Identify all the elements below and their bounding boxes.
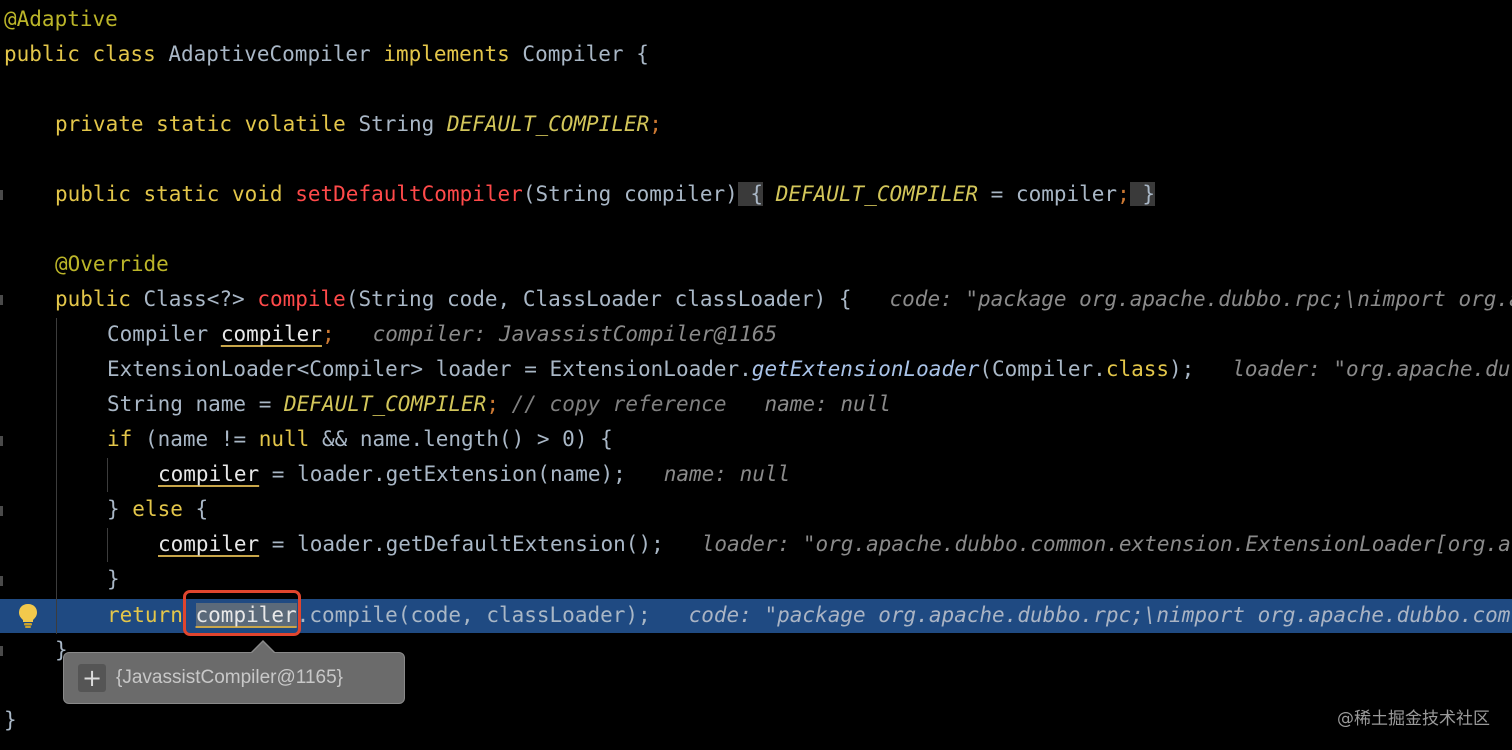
indent-guide: [56, 318, 57, 634]
fold-marker[interactable]: [0, 576, 3, 586]
indent-guide: [107, 528, 108, 562]
fold-marker[interactable]: [0, 190, 3, 200]
code-line[interactable]: public static void setDefaultCompiler(St…: [55, 177, 1156, 212]
fold-marker[interactable]: [0, 295, 3, 305]
debug-inline-value: compiler: JavassistCompiler@1165: [372, 322, 778, 346]
keyword: else: [132, 497, 183, 521]
keyword: null: [258, 427, 310, 451]
code-line[interactable]: @Override: [55, 247, 169, 282]
code-line[interactable]: @Adaptive: [4, 2, 118, 37]
code-line[interactable]: Compiler compiler; compiler: JavassistCo…: [107, 317, 777, 352]
code-line[interactable]: compiler = loader.getDefaultExtension();…: [158, 527, 1511, 562]
indent-guide: [107, 458, 108, 492]
code-line[interactable]: ExtensionLoader<Compiler> loader = Exten…: [107, 352, 1510, 387]
method-name: setDefaultCompiler: [295, 182, 523, 206]
static-method-call: getExtensionLoader: [751, 357, 980, 381]
brace: }: [4, 708, 17, 732]
code-line-current[interactable]: return compiler.compile(code, classLoade…: [107, 598, 1510, 633]
code-text: String name =: [107, 392, 285, 416]
code-text: );: [1169, 357, 1195, 381]
code-text: {: [182, 497, 209, 521]
watermark: @稀土掘金技术社区: [1337, 709, 1490, 729]
static-field: DEFAULT_COMPILER: [446, 112, 650, 136]
local-variable: compiler: [158, 462, 260, 486]
code-text: = loader.getExtension(name);: [259, 462, 626, 486]
expand-plus-icon[interactable]: +: [78, 664, 106, 692]
type: String: [358, 112, 435, 136]
keyword: implements: [383, 42, 510, 66]
code-line[interactable]: private static volatile String DEFAULT_C…: [55, 107, 662, 142]
params: (String code, ClassLoader classLoader) {: [345, 287, 852, 311]
semicolon: ;: [649, 112, 662, 136]
code-text: (name !=: [132, 427, 259, 451]
tooltip-arrow: [251, 642, 275, 654]
code-line[interactable]: public Class<?> compile(String code, Cla…: [55, 282, 1512, 317]
local-variable: compiler: [158, 532, 260, 556]
keyword: public static void: [55, 182, 283, 206]
debug-inline-value: name: null: [764, 392, 891, 416]
semicolon: ;: [321, 322, 335, 346]
debug-inline-value: loader: "org.apache.dubbo.common.extensi…: [701, 532, 1511, 556]
semicolon: ;: [1117, 182, 1130, 206]
debug-inline-value: name: null: [663, 462, 791, 486]
highlight-box: [183, 590, 301, 636]
comment: // copy reference: [511, 392, 727, 416]
brace: {: [636, 42, 649, 66]
annotation: @Override: [55, 252, 169, 276]
semicolon: ;: [486, 392, 499, 416]
annotation: @Adaptive: [4, 7, 118, 31]
folded-region-open[interactable]: {: [737, 182, 764, 206]
keyword: private static volatile: [55, 112, 346, 136]
code-text: = loader.getDefaultExtension();: [259, 532, 664, 556]
keyword: return: [107, 603, 183, 627]
code-line[interactable]: }: [4, 703, 17, 738]
code-line[interactable]: }: [107, 562, 120, 597]
assignment: = compiler: [978, 182, 1118, 206]
debug-inline-value: loader: "org.apache.du: [1232, 357, 1511, 381]
static-field: DEFAULT_COMPILER: [775, 182, 978, 206]
local-variable: compiler: [220, 322, 322, 346]
debug-inline-value: code: "package org.apache.dubbo.rpc;\nim…: [889, 287, 1512, 311]
type: Class<?>: [143, 287, 245, 311]
code-text: (Compiler.: [979, 357, 1106, 381]
code-line[interactable]: public class AdaptiveCompiler implements…: [4, 37, 649, 72]
code-editor[interactable]: @Adaptive public class AdaptiveCompiler …: [0, 0, 1512, 750]
code-line[interactable]: String name = DEFAULT_COMPILER; // copy …: [107, 387, 891, 422]
keyword: class: [1105, 357, 1170, 381]
lightbulb-icon[interactable]: [17, 603, 39, 629]
params: (String compiler): [522, 182, 738, 206]
code-text: ExtensionLoader<Compiler> loader = Exten…: [107, 357, 752, 381]
code-text: }: [107, 497, 133, 521]
code-text: && name.length() > 0) {: [309, 427, 613, 451]
keyword: if: [107, 427, 133, 451]
code-line[interactable]: } else {: [107, 492, 208, 527]
code-line[interactable]: if (name != null && name.length() > 0) {: [107, 422, 613, 457]
interface-name: Compiler: [522, 42, 624, 66]
debug-inline-value: code: "package org.apache.dubbo.rpc;\nim…: [688, 603, 1511, 627]
keyword: public class: [4, 42, 156, 66]
folded-region-close[interactable]: }: [1129, 182, 1156, 206]
fold-marker[interactable]: [0, 436, 3, 446]
fold-marker[interactable]: [0, 646, 3, 656]
static-field: DEFAULT_COMPILER: [284, 392, 487, 416]
method-name: compile: [257, 287, 346, 311]
type: Compiler: [107, 322, 209, 346]
brace: }: [107, 567, 120, 591]
keyword: public: [55, 287, 131, 311]
code-line[interactable]: compiler = loader.getExtension(name); na…: [158, 457, 790, 492]
class-name: AdaptiveCompiler: [168, 42, 371, 66]
fold-marker[interactable]: [0, 506, 3, 516]
tooltip-value: {JavassistCompiler@1165}: [116, 667, 343, 688]
code-text: .compile(code, classLoader);: [296, 603, 651, 627]
